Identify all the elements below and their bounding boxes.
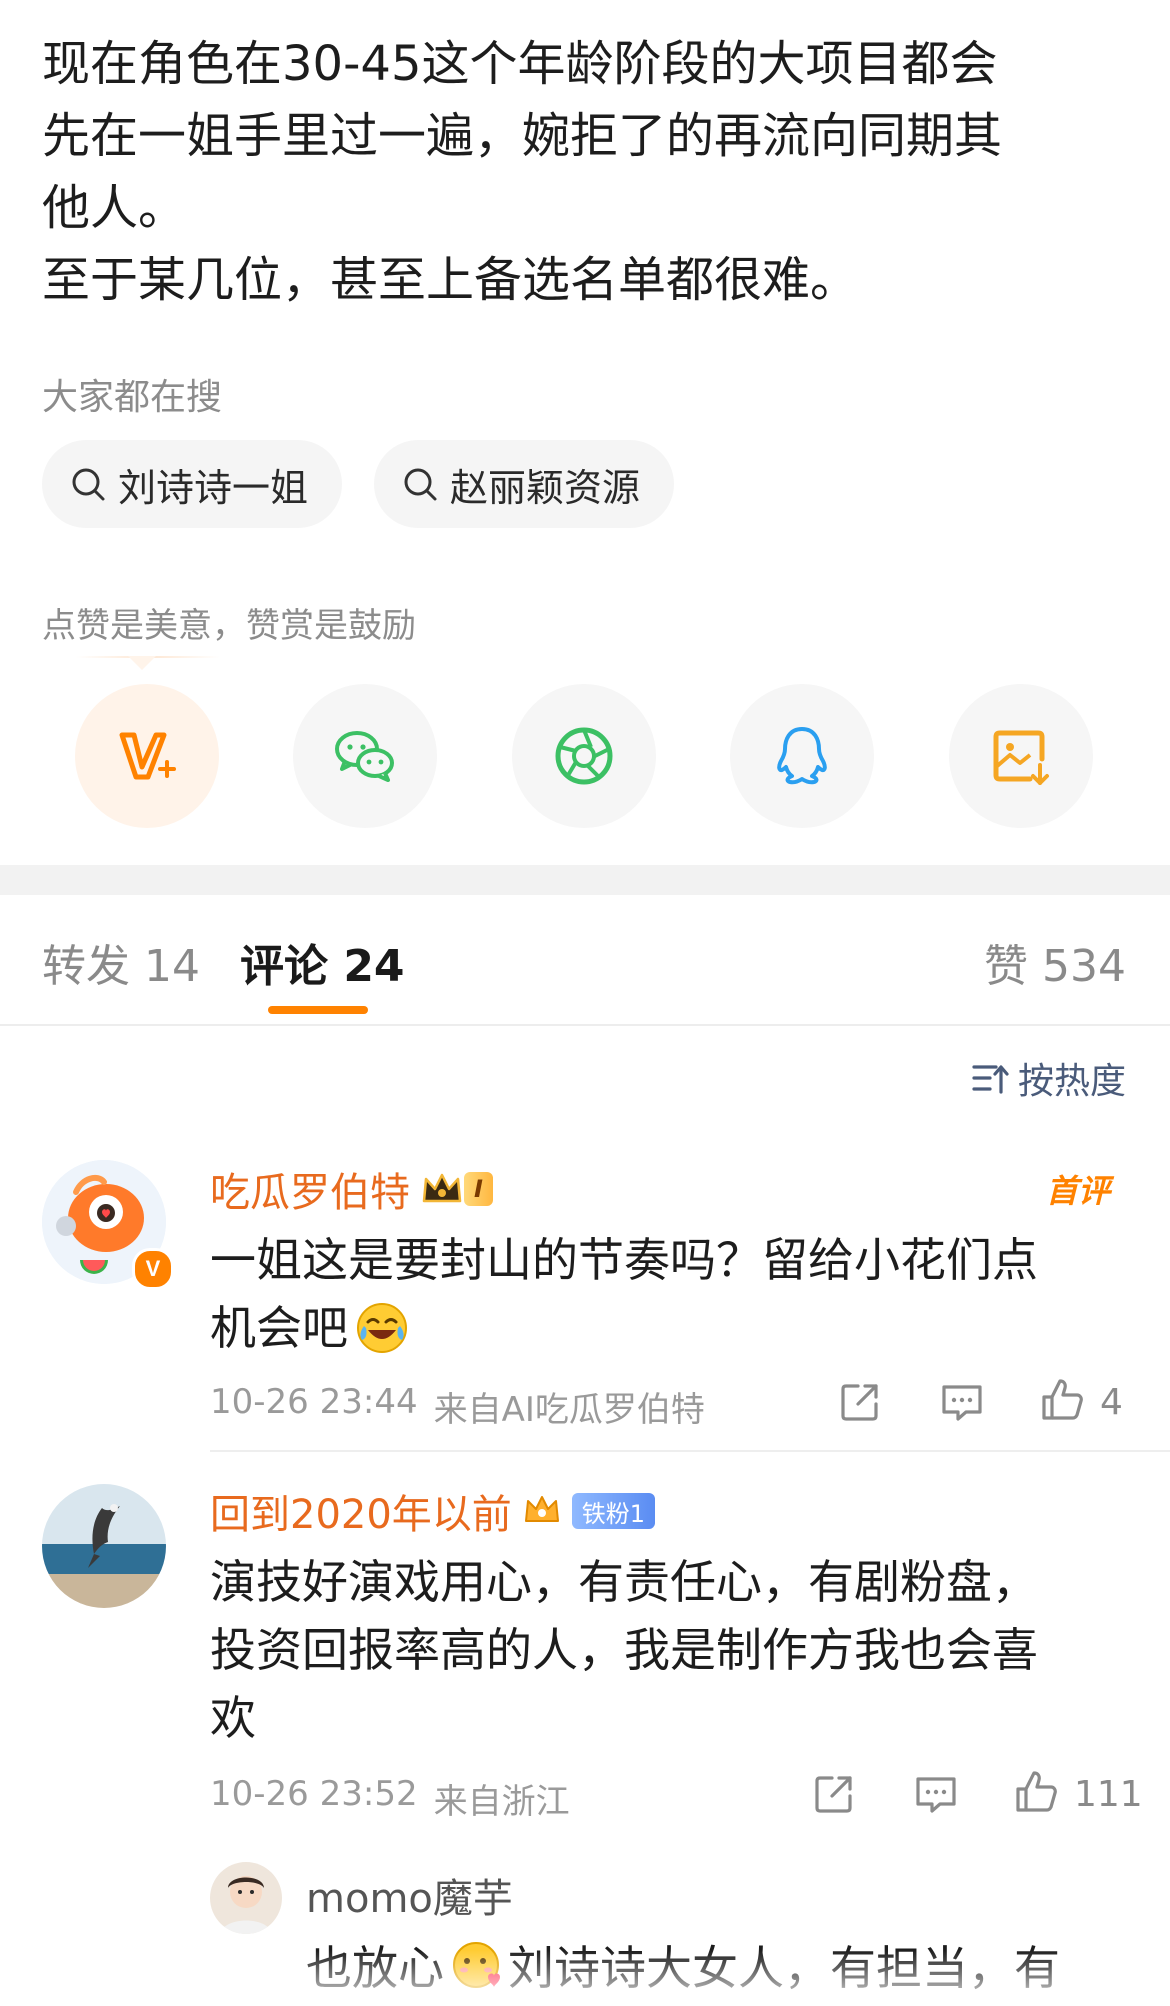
reply-username[interactable]: momo魔芋 <box>306 1866 513 1924</box>
reward-pointer <box>128 656 156 670</box>
moments-icon <box>555 727 613 785</box>
search-chip-label: 赵丽颖资源 <box>450 465 641 510</box>
share-moments-button[interactable] <box>512 684 656 828</box>
bottom-fade <box>0 1950 1170 2006</box>
crown-fan-icon <box>524 1496 559 1522</box>
qq-icon <box>777 727 827 785</box>
seagull-photo-avatar <box>42 1484 166 1608</box>
search-chip-label: 刘诗诗一姐 <box>118 465 309 510</box>
post-text: 现在角色在30-45这个年龄阶段的大项目都会 先在一姐手里过一遍，婉拒了的再流向… <box>42 36 1003 308</box>
like-icon[interactable] <box>1038 1376 1086 1424</box>
verified-badge-icon: V <box>132 1248 174 1290</box>
comment-username[interactable]: 回到2020年以前 <box>210 1482 512 1540</box>
comment-time: 10-26 23:44 <box>210 1382 418 1422</box>
tabs-border <box>0 1024 1170 1026</box>
save-image-icon <box>993 730 1049 785</box>
comment-meta: 10-26 23:44 来自AI吃瓜罗伯特 <box>210 1382 705 1431</box>
comment-text-segment: 机会吧 <box>210 1301 348 1355</box>
comment-icon[interactable] <box>912 1770 960 1818</box>
sort-label: 按热度 <box>1017 1061 1126 1102</box>
tab-comments[interactable]: 评论 24 <box>240 930 405 994</box>
like-icon[interactable] <box>1012 1768 1060 1816</box>
reward-label: 点赞是美意，赞赏是鼓励 <box>42 606 416 646</box>
tab-repost[interactable]: 转发 14 <box>42 930 200 994</box>
avatar[interactable] <box>42 1484 166 1608</box>
comment-header: 回到2020年以前 铁粉1 <box>210 1482 656 1540</box>
comment-text-line: 机会吧 <box>210 1294 410 1362</box>
comment-text-line: 一姐这是要封山的节奏吗？留给小花们点 <box>210 1233 1038 1287</box>
comment-source: 来自AI吃瓜罗伯特 <box>433 1390 705 1430</box>
member-badge: I <box>420 1169 493 1209</box>
comment-username[interactable]: 吃瓜罗伯特 <box>210 1160 410 1218</box>
share-qq-button[interactable] <box>730 684 874 828</box>
save-image-button[interactable] <box>949 684 1093 828</box>
search-icon <box>404 468 437 501</box>
reply-avatar[interactable] <box>210 1862 282 1934</box>
tab-active-indicator <box>268 1006 368 1014</box>
like-count: 111 <box>1074 1774 1143 1815</box>
laugh-cry-emoji <box>357 1303 407 1353</box>
share-wechat-button[interactable] <box>293 684 437 828</box>
trending-label: 大家都在搜 <box>42 377 223 418</box>
sort-button[interactable]: 按热度 <box>970 1052 1126 1104</box>
vip-reward-icon <box>119 732 176 780</box>
share-icon[interactable] <box>810 1770 858 1818</box>
comment-text: 演技好演戏用心，有责任心，有剧粉盘， 投资回报率高的人，我是制作方我也会喜 欢 <box>210 1555 1038 1745</box>
child-photo-avatar <box>210 1862 282 1934</box>
comment-source: 来自浙江 <box>433 1782 570 1822</box>
comment-divider <box>210 1450 1170 1452</box>
level-badge: I <box>464 1172 493 1206</box>
wechat-icon <box>335 731 394 782</box>
comment-icon[interactable] <box>938 1378 986 1426</box>
search-chip-1[interactable]: 刘诗诗一姐 <box>42 440 343 528</box>
search-chip-2[interactable]: 赵丽颖资源 <box>374 440 675 528</box>
first-comment-tag: 首评 <box>1045 1172 1110 1210</box>
sort-icon <box>972 1065 1009 1094</box>
search-icon <box>72 468 105 501</box>
vip-reward-button[interactable] <box>75 684 219 828</box>
comment-header: 吃瓜罗伯特 I <box>210 1160 493 1218</box>
tab-likes[interactable]: 赞 534 <box>984 930 1126 994</box>
comment-time: 10-26 23:52 <box>210 1774 418 1814</box>
share-icon[interactable] <box>836 1378 884 1426</box>
comment-meta: 10-26 23:52 来自浙江 <box>210 1774 570 1823</box>
crown-icon <box>422 1173 462 1203</box>
fan-badge: 铁粉1 <box>571 1493 656 1529</box>
section-divider <box>0 865 1170 895</box>
like-count: 4 <box>1100 1382 1123 1423</box>
